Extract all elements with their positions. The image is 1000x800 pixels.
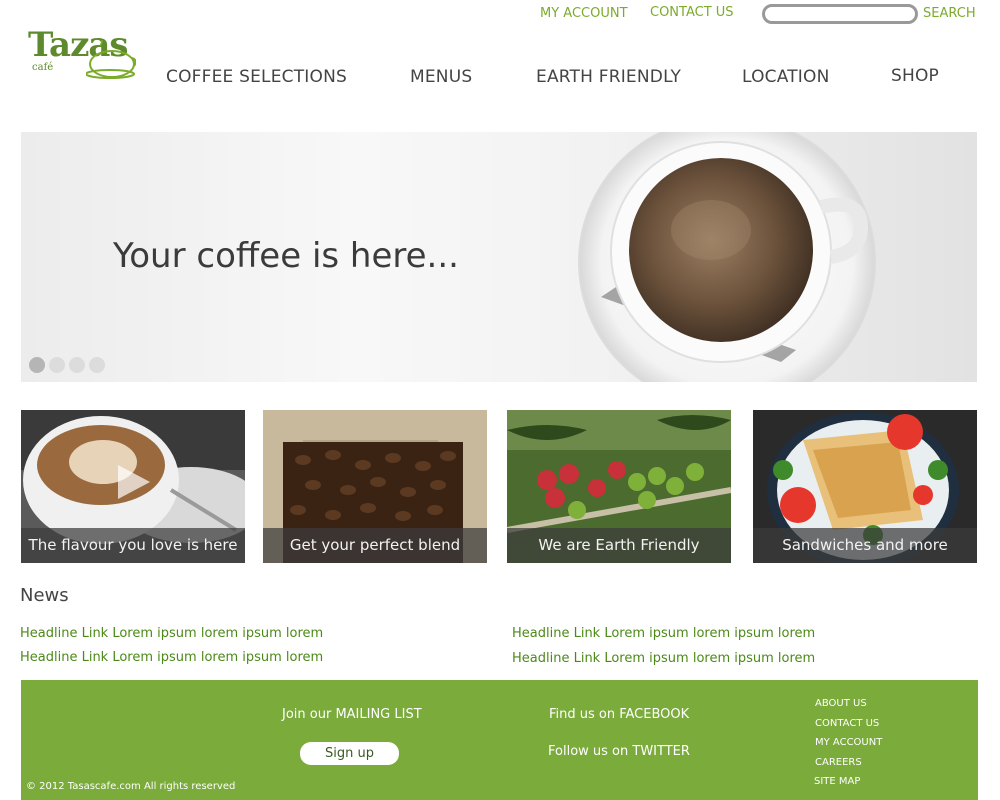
footer-link-my-account[interactable]: MY ACCOUNT — [815, 737, 882, 748]
tile-blend[interactable]: Get your perfect blend — [263, 410, 487, 563]
search-input[interactable] — [762, 4, 918, 24]
play-icon[interactable] — [116, 463, 152, 501]
nav-menus[interactable]: MENUS — [410, 67, 472, 87]
search-button[interactable]: SEARCH — [923, 6, 976, 21]
tile-caption: We are Earth Friendly — [507, 528, 731, 563]
nav-shop[interactable]: SHOP — [891, 66, 939, 86]
hero-banner[interactable]: Your coffee is here... — [21, 132, 977, 382]
news-link[interactable]: Headline Link Lorem ipsum lorem ipsum lo… — [512, 651, 815, 666]
news-link[interactable]: Headline Link Lorem ipsum lorem ipsum lo… — [20, 626, 323, 641]
tile-earth-friendly[interactable]: We are Earth Friendly — [507, 410, 731, 563]
tile-caption: Get your perfect blend — [263, 528, 487, 563]
twitter-link[interactable]: Follow us on TWITTER — [548, 744, 690, 759]
news-link[interactable]: Headline Link Lorem ipsum lorem ipsum lo… — [512, 626, 815, 641]
main-nav: COFFEE SELECTIONS MENUS EARTH FRIENDLY L… — [0, 65, 1000, 89]
slider-dot-1[interactable] — [29, 357, 45, 373]
tile-sandwiches[interactable]: Sandwiches and more — [753, 410, 977, 563]
footer-link-contact-us[interactable]: CONTACT US — [815, 718, 879, 729]
tile-flavour[interactable]: The flavour you love is here — [21, 410, 245, 563]
footer-link-careers[interactable]: CAREERS — [815, 757, 862, 768]
footer-link-about-us[interactable]: ABOUT US — [815, 698, 867, 709]
hero-headline: Your coffee is here... — [113, 236, 459, 276]
slider-dot-2[interactable] — [49, 357, 65, 373]
nav-coffee-selections[interactable]: COFFEE SELECTIONS — [166, 67, 347, 87]
my-account-link[interactable]: MY ACCOUNT — [540, 6, 628, 21]
news-link[interactable]: Headline Link Lorem ipsum lorem ipsum lo… — [20, 650, 323, 665]
footer-link-site-map[interactable]: SITE MAP — [814, 776, 860, 787]
slider-dot-4[interactable] — [89, 357, 105, 373]
signup-button[interactable]: Sign up — [300, 742, 399, 765]
facebook-link[interactable]: Find us on FACEBOOK — [549, 707, 689, 722]
slider-dot-3[interactable] — [69, 357, 85, 373]
news-heading: News — [20, 585, 69, 606]
tile-caption: Sandwiches and more — [753, 528, 977, 563]
nav-earth-friendly[interactable]: EARTH FRIENDLY — [536, 67, 681, 87]
nav-location[interactable]: LOCATION — [742, 67, 830, 87]
coffee-cup-image — [578, 132, 876, 382]
contact-us-link[interactable]: CONTACT US — [650, 5, 734, 20]
tile-caption: The flavour you love is here — [21, 528, 245, 563]
footer: Join our MAILING LIST Sign up Find us on… — [21, 680, 978, 800]
mailing-list-label: Join our MAILING LIST — [282, 707, 422, 722]
copyright-text: © 2012 Tasascafe.com All rights reserved — [26, 781, 236, 792]
